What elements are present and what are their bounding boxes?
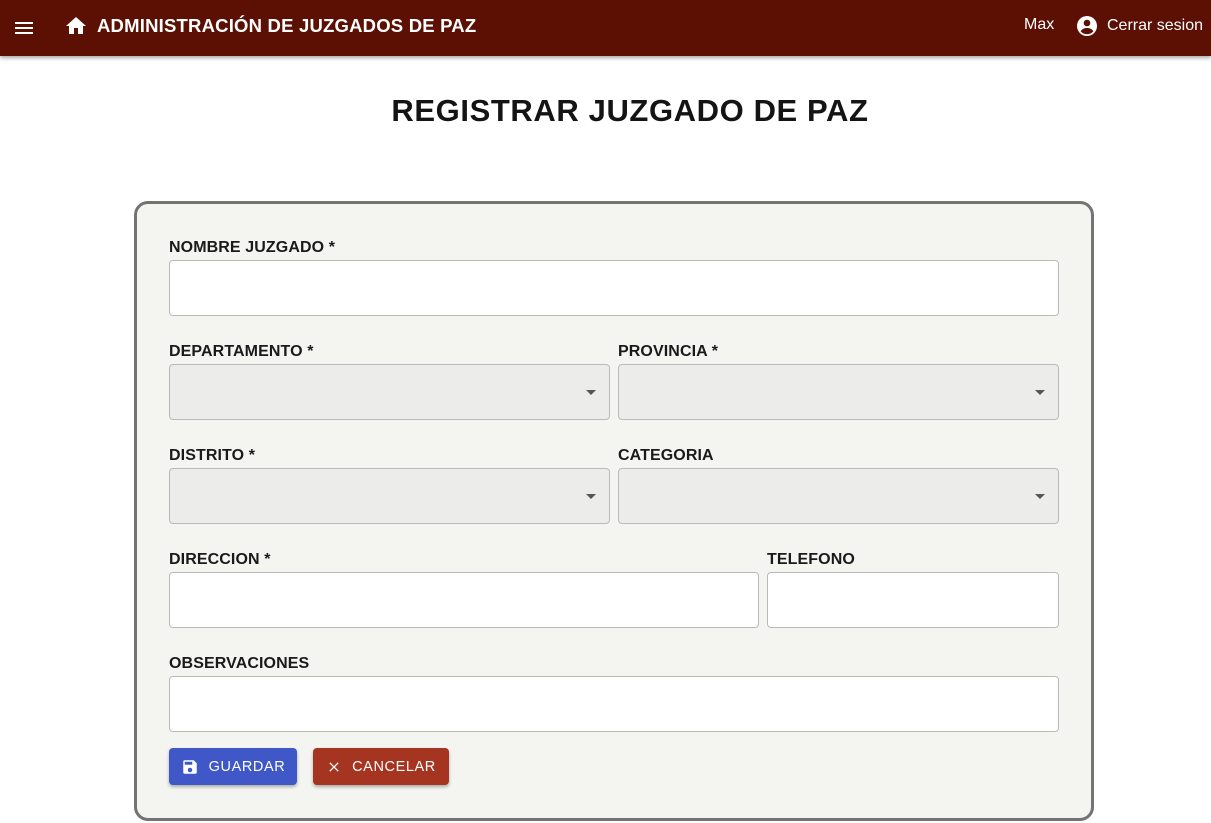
app-title: ADMINISTRACIÓN DE JUZGADOS DE PAZ [97, 15, 477, 36]
save-icon [182, 759, 197, 774]
categoria-label: CATEGORIA [618, 447, 714, 464]
departamento-label: DEPARTAMENTO * [169, 343, 314, 360]
dropdown-arrow-icon [1035, 390, 1045, 395]
categoria-select[interactable] [618, 468, 1059, 524]
observaciones-field[interactable] [169, 676, 1059, 732]
nombre-juzgado-input[interactable] [170, 261, 1058, 315]
user-name: Max [1024, 16, 1055, 33]
dropdown-arrow-icon [586, 390, 596, 395]
dropdown-arrow-icon [1035, 494, 1045, 499]
direccion-field[interactable] [169, 572, 759, 628]
observaciones-label: OBSERVACIONES [169, 655, 310, 672]
logout-button[interactable]: Cerrar sesion [1075, 12, 1203, 40]
menu-icon [15, 22, 33, 34]
telefono-label: TELEFONO [767, 551, 855, 568]
cancelar-button[interactable]: CANCELAR [313, 748, 449, 785]
departamento-select[interactable] [169, 364, 610, 420]
observaciones-input[interactable] [170, 677, 1058, 731]
dropdown-arrow-icon [586, 494, 596, 499]
telefono-input[interactable] [768, 573, 1058, 627]
distrito-label: DISTRITO * [169, 447, 256, 464]
nombre-juzgado-label: NOMBRE JUZGADO * [169, 239, 336, 256]
direccion-input[interactable] [170, 573, 758, 627]
guardar-label: GUARDAR [208, 758, 286, 775]
account-circle-icon [1077, 16, 1097, 36]
distrito-select[interactable] [169, 468, 610, 524]
menu-button[interactable] [8, 12, 40, 44]
provincia-label: PROVINCIA * [618, 343, 719, 360]
home-icon [66, 17, 86, 34]
provincia-select[interactable] [618, 364, 1059, 420]
logout-label: Cerrar sesion [1107, 17, 1204, 34]
cancelar-label: CANCELAR [352, 758, 436, 775]
page-title: REGISTRAR JUZGADO DE PAZ [391, 93, 869, 128]
direccion-label: DIRECCION * [169, 551, 271, 568]
guardar-button[interactable]: GUARDAR [169, 748, 297, 785]
app-bar: ADMINISTRACIÓN DE JUZGADOS DE PAZ Max Ce… [0, 0, 1211, 56]
telefono-field[interactable] [767, 572, 1059, 628]
nombre-juzgado-field[interactable] [169, 260, 1059, 316]
home-button[interactable] [64, 12, 88, 40]
close-icon [329, 761, 339, 772]
